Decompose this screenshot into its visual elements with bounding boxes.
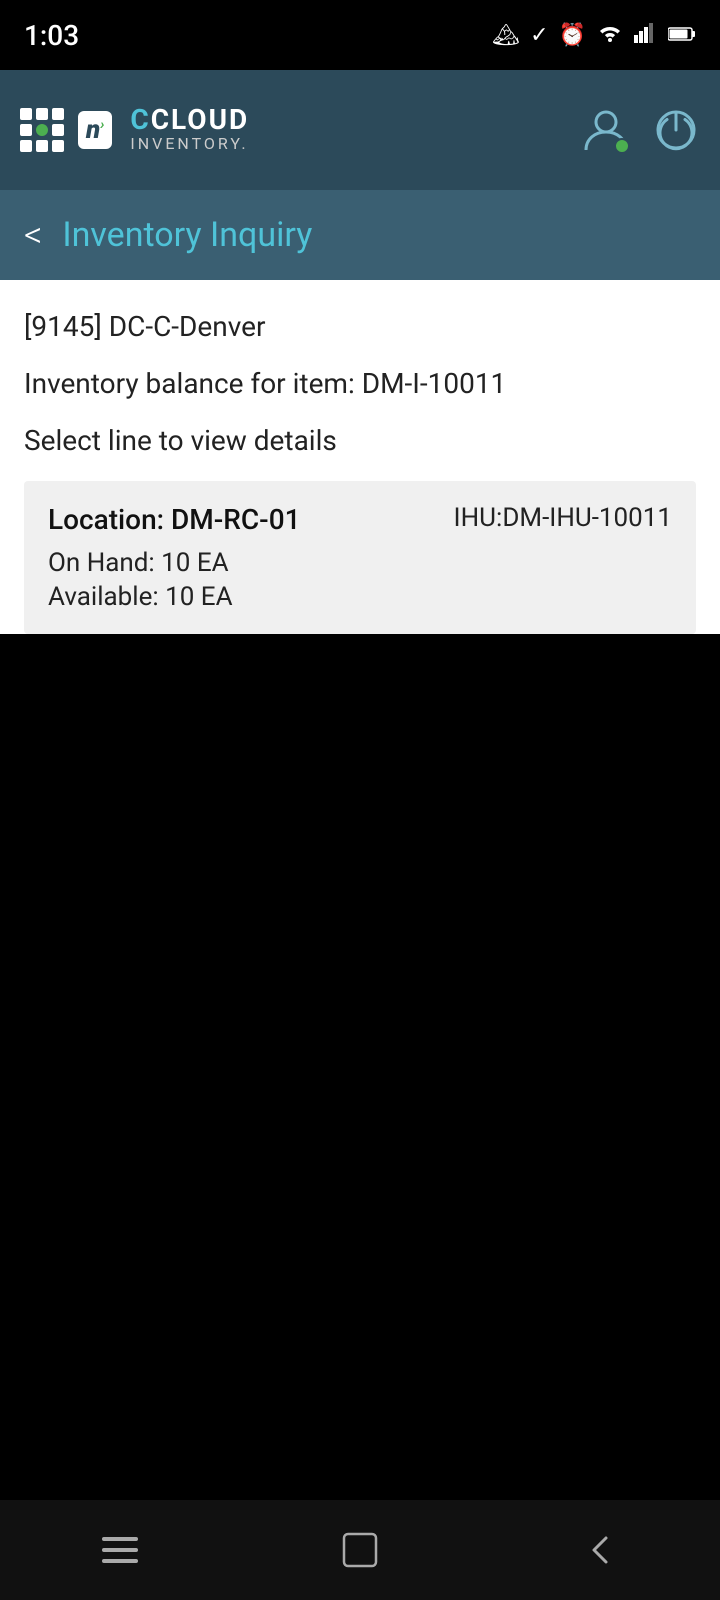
card-location: Location: DM-RC-01 [48, 503, 301, 536]
header-left: n› CCLOUD INVENTORY. [20, 106, 249, 153]
power-icon[interactable] [652, 106, 700, 154]
status-icons: 🏔 ✓ ⏰ [492, 21, 696, 49]
header-right [580, 104, 700, 156]
card-available: Available: 10 EA [48, 582, 672, 612]
grid-dot-2 [36, 108, 48, 120]
status-bar: 1:03 🏔 ✓ ⏰ [0, 0, 720, 70]
bottom-nav [0, 1500, 720, 1600]
wifi-icon [596, 21, 624, 49]
alarm-icon: ⏰ [559, 23, 586, 48]
select-line: Select line to view details [24, 424, 696, 457]
grid-dot-6 [52, 124, 64, 136]
logo-box: n› [78, 111, 112, 149]
grid-dot-7 [20, 140, 32, 152]
grid-dot-1 [20, 108, 32, 120]
card-ihu: IHU:DM-IHU-10011 [454, 503, 672, 533]
check-icon: ✓ [530, 23, 548, 48]
grid-dot-3 [52, 108, 64, 120]
grid-dot-5-green [36, 124, 48, 136]
logo-cloud-text: CCLOUD [130, 106, 249, 134]
back-button[interactable]: < [24, 217, 42, 253]
app-header: n› CCLOUD INVENTORY. [0, 70, 720, 190]
user-status-dot [614, 138, 630, 154]
photo-icon: 🏔 [492, 23, 520, 48]
user-icon-wrap[interactable] [580, 104, 632, 156]
home-icon [338, 1528, 382, 1572]
back-icon [584, 1528, 616, 1572]
battery-icon [668, 23, 696, 48]
status-time: 1:03 [24, 19, 79, 52]
grid-icon[interactable] [20, 108, 64, 152]
nav-menu-icon [102, 1537, 138, 1563]
inventory-card[interactable]: Location: DM-RC-01 IHU:DM-IHU-10011 On H… [24, 481, 696, 634]
nav-back-button[interactable] [560, 1520, 640, 1580]
logo-n-letter: n› [86, 117, 104, 143]
page-title: Inventory Inquiry [62, 215, 312, 255]
signal-icon [634, 21, 658, 49]
card-row-top: Location: DM-RC-01 IHU:DM-IHU-10011 [48, 503, 672, 536]
grid-dot-8 [36, 140, 48, 152]
nav-home-button[interactable] [320, 1520, 400, 1580]
logo-inventory-text: INVENTORY. [130, 134, 249, 153]
balance-line: Inventory balance for item: DM-I-10011 [24, 367, 696, 400]
logo-text: CCLOUD INVENTORY. [130, 106, 249, 153]
page-header: < Inventory Inquiry [0, 190, 720, 280]
card-on-hand: On Hand: 10 EA [48, 548, 672, 578]
location-line: [9145] DC-C-Denver [24, 310, 696, 343]
grid-dot-9 [52, 140, 64, 152]
main-content: [9145] DC-C-Denver Inventory balance for… [0, 280, 720, 634]
grid-dot-4 [20, 124, 32, 136]
nav-menu-button[interactable] [80, 1520, 160, 1580]
